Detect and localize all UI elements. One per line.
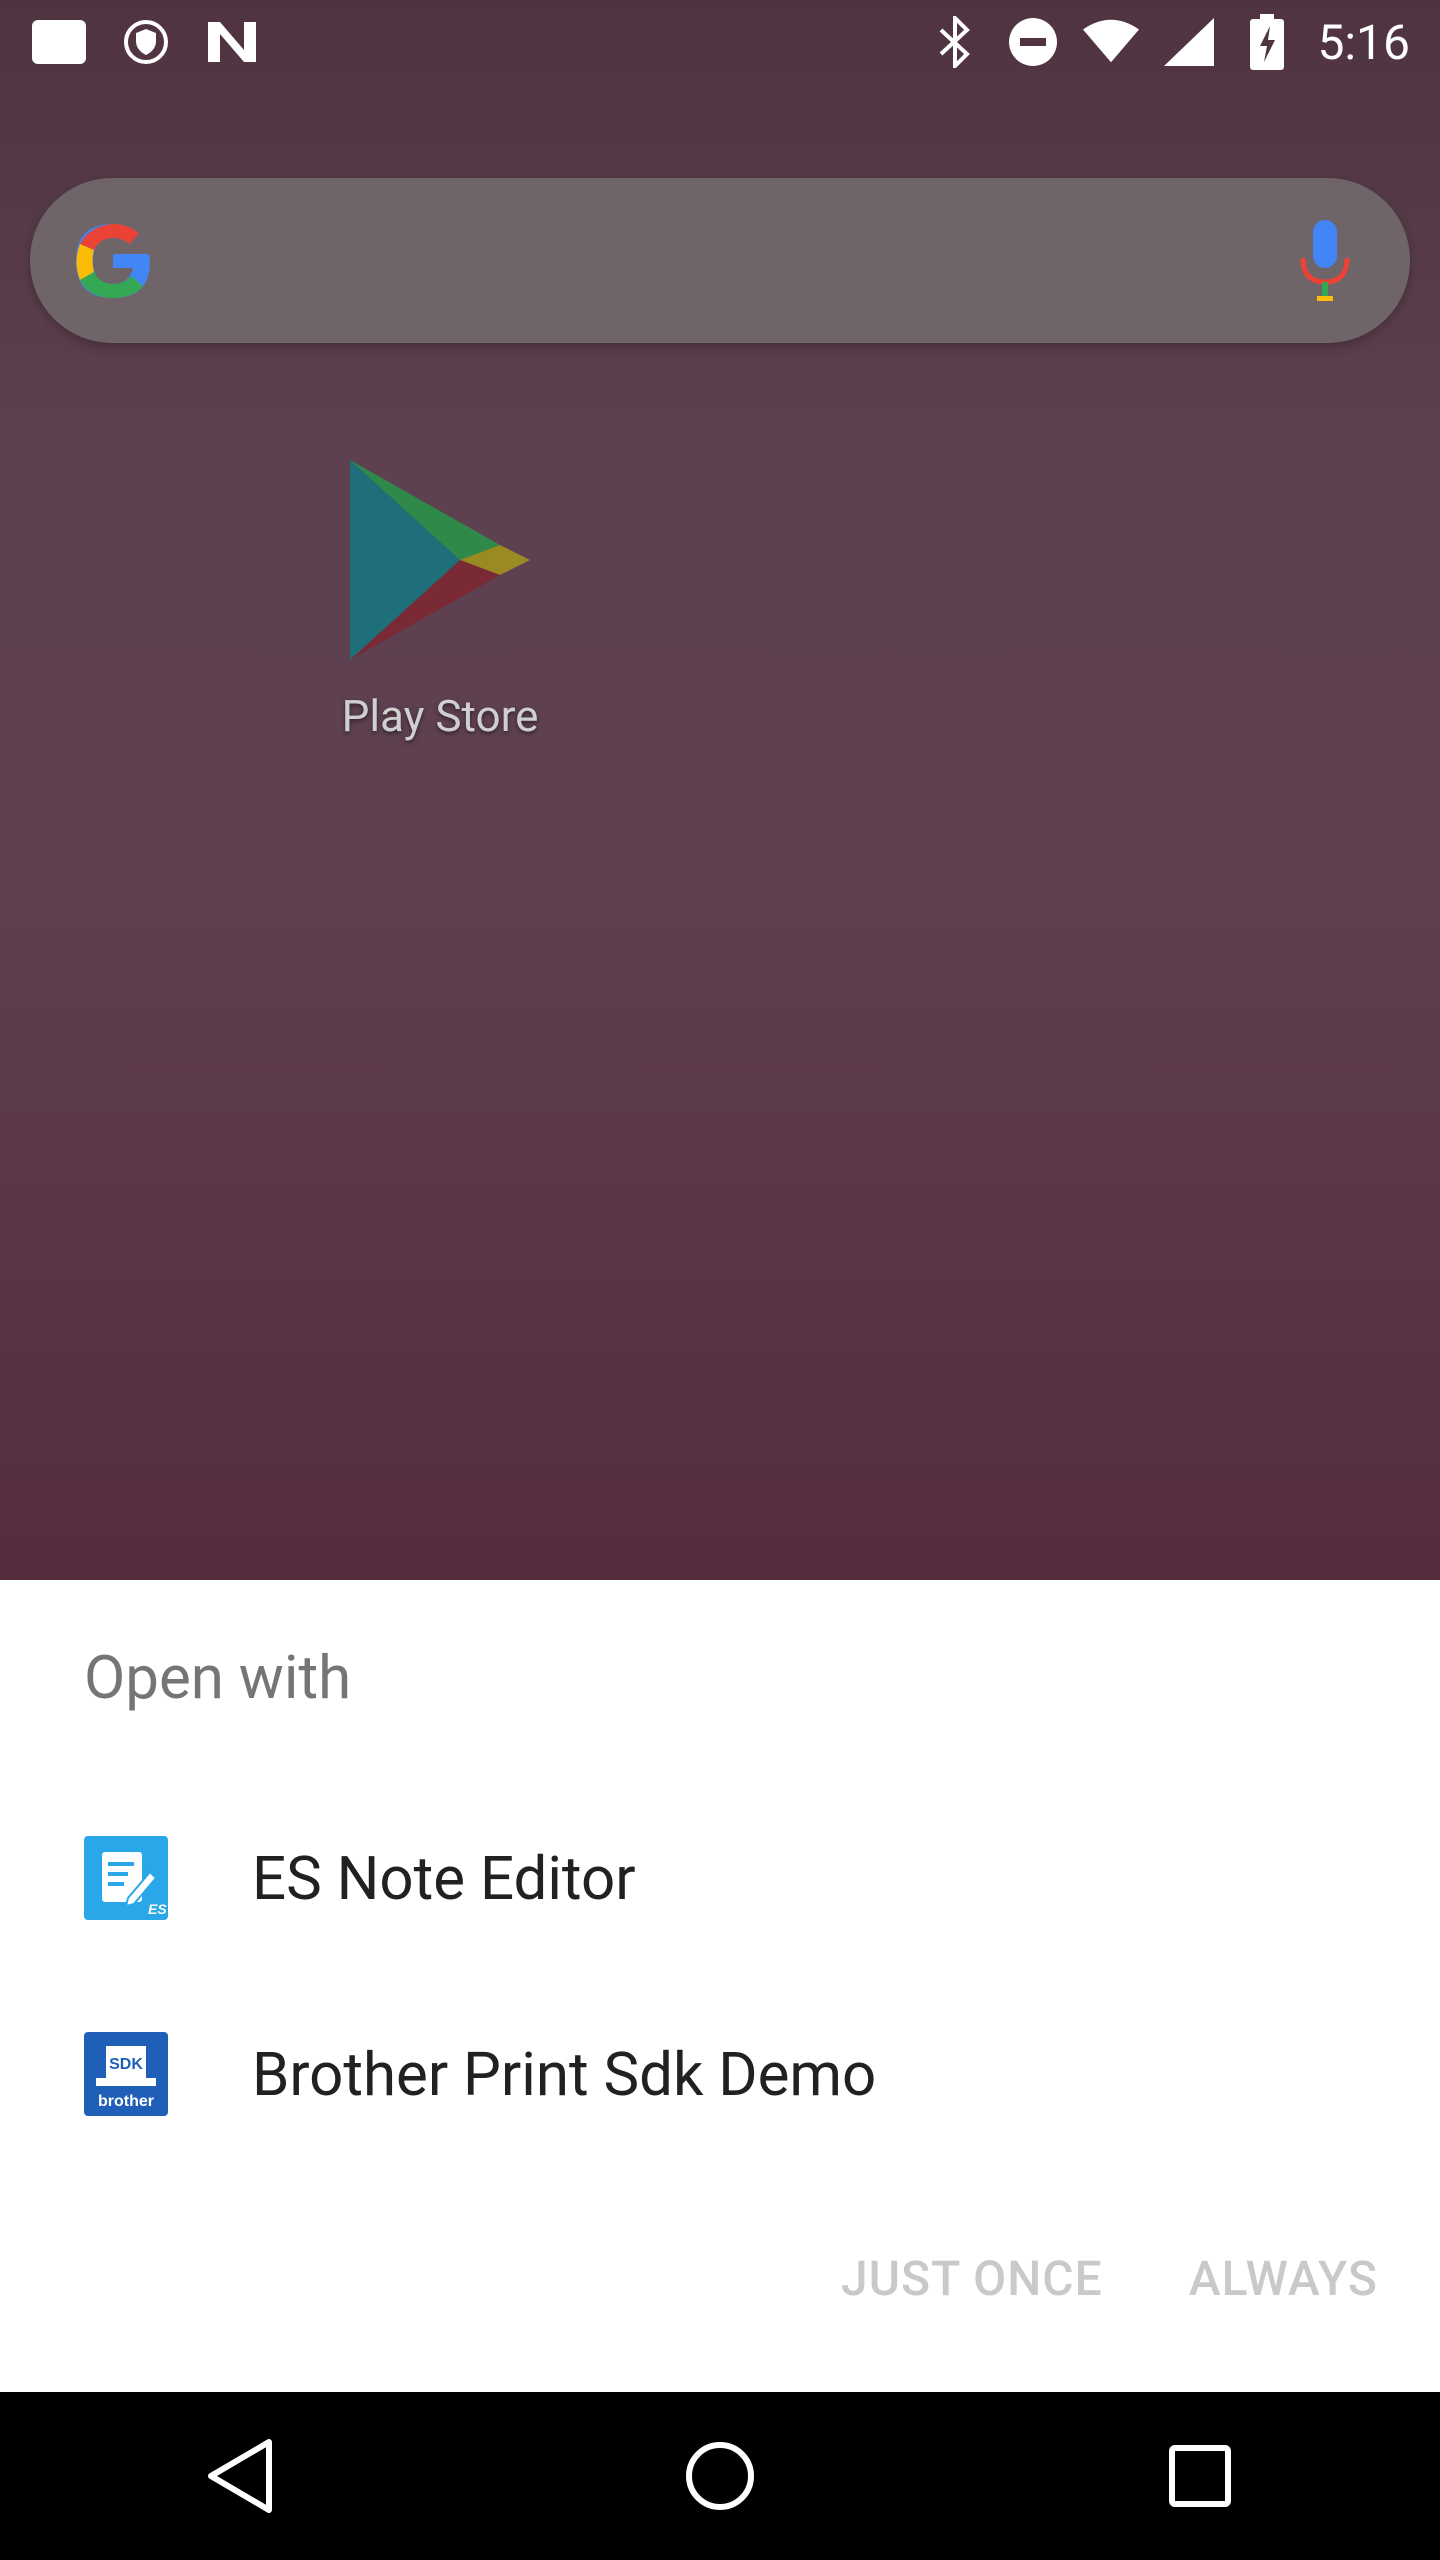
app-option-es-note-editor[interactable]: ES ES Note Editor [0,1780,1440,1976]
status-bar: 5:16 [0,0,1440,84]
svg-text:brother: brother [98,2093,154,2110]
svg-text:SDK: SDK [109,2056,143,2073]
home-icon[interactable] [675,2431,765,2521]
app-option-label: Brother Print Sdk Demo [252,2038,877,2110]
just-once-button[interactable]: JUST ONCE [841,2250,1103,2307]
back-icon[interactable] [195,2431,285,2521]
n-logo-icon [204,14,260,70]
wifi-icon [1083,14,1140,70]
navigation-bar [0,2392,1440,2560]
open-with-dialog: Open with ES ES Note Editor SDK brother … [0,1580,1440,2392]
battery-icon [1239,14,1295,70]
clock: 5:16 [1317,13,1410,71]
do-not-disturb-icon [1005,14,1061,70]
dialog-actions: JUST ONCE ALWAYS [841,2250,1378,2307]
dialog-title: Open with [84,1642,352,1713]
google-search-bar[interactable] [30,178,1410,343]
es-note-editor-icon: ES [84,1836,168,1920]
play-store-label[interactable]: Play Store [290,690,590,742]
vpn-shield-icon [118,14,174,70]
mic-icon[interactable] [1295,216,1355,306]
app-option-label: ES Note Editor [252,1842,636,1914]
google-g-icon [70,218,156,304]
bluetooth-icon [927,14,983,70]
notification-square-icon [32,14,88,70]
home-screen: 5:16 Play Store [0,0,1440,1580]
brother-sdk-icon: SDK brother [84,2032,168,2116]
recents-icon[interactable] [1155,2431,1245,2521]
svg-text:ES: ES [148,1901,167,1917]
play-store-icon[interactable] [330,450,550,670]
app-option-brother-print-sdk-demo[interactable]: SDK brother Brother Print Sdk Demo [0,1976,1440,2172]
always-button[interactable]: ALWAYS [1189,2250,1378,2307]
signal-icon [1161,14,1217,70]
